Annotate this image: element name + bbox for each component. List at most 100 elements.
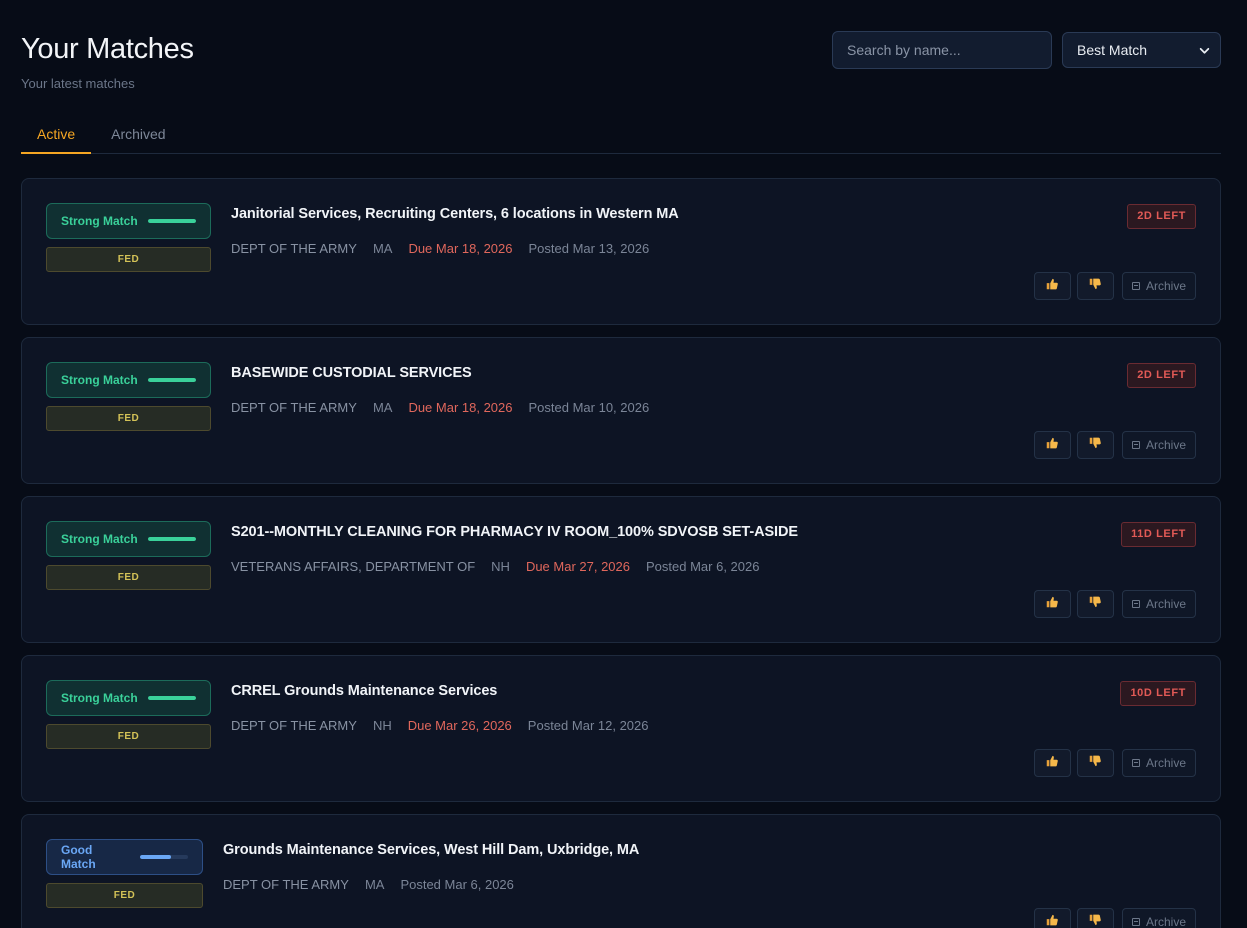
match-card[interactable]: Strong Match FED S201--MONTHLY CLEANING F… [21,496,1221,643]
thumbs-down-button[interactable] [1076,908,1114,928]
agency: DEPT OF THE ARMY [223,877,349,892]
chevron-down-icon [1199,47,1210,54]
match-strength-badge: Strong Match [46,680,211,716]
match-title[interactable]: Grounds Maintenance Services, West Hill … [223,842,639,858]
posted-date: Posted Mar 13, 2026 [528,241,650,256]
match-strength-label: Strong Match [61,214,138,228]
match-card[interactable]: Strong Match FED BASEWIDE CUSTODIAL SERVI… [21,337,1221,484]
days-left-badge: 10D LEFT [1120,681,1196,706]
page-subtitle: Your latest matches [21,76,135,91]
archive-button[interactable]: Archive [1121,590,1196,618]
thumbs-down-icon [1088,436,1102,455]
match-title[interactable]: Janitorial Services, Recruiting Centers,… [231,206,679,222]
match-strength-badge: Good Match [46,839,203,875]
match-strength-fill [147,696,196,700]
match-strength-bar [147,537,196,541]
archive-label: Archive [1145,756,1186,770]
thumbs-down-icon [1088,913,1102,928]
thumbs-up-icon [1045,436,1059,455]
posted-date: Posted Mar 6, 2026 [400,877,514,892]
thumbs-up-button[interactable] [1033,431,1071,459]
tab-archived[interactable]: Archived [95,118,181,154]
card-actions: Archive [1028,431,1196,459]
sort-select-value: Best Match [1077,42,1148,58]
type-badge: FED [46,724,211,749]
match-strength-label: Good Match [61,843,96,871]
card-actions: Archive [1028,749,1196,777]
agency: DEPT OF THE ARMY [231,241,357,256]
thumbs-up-icon [1045,754,1059,773]
archive-button[interactable]: Archive [1121,272,1196,300]
page-header: Your Matches Your latest matches Best Ma… [21,0,1221,118]
thumbs-up-button[interactable] [1033,590,1071,618]
days-left-badge: 2D LEFT [1127,363,1196,388]
search-input[interactable] [832,31,1052,69]
archive-icon [1131,759,1140,767]
archive-icon [1131,918,1140,926]
tab-active[interactable]: Active [21,118,92,154]
due-date: Due Mar 18, 2026 [408,400,513,415]
archive-button[interactable]: Archive [1121,908,1196,928]
thumbs-up-icon [1045,277,1059,296]
match-strength-bar [147,378,196,382]
match-strength-label: Strong Match [61,691,138,705]
due-date: Due Mar 18, 2026 [408,241,513,256]
archive-label: Archive [1145,438,1186,452]
match-strength-fill [147,537,196,541]
state: MA [372,241,393,256]
state: MA [372,400,393,415]
archive-button[interactable]: Archive [1121,431,1196,459]
match-meta: DEPT OF THE ARMY NH Due Mar 26, 2026 Poste… [231,718,665,733]
type-badge: FED [46,406,211,431]
days-left-badge: 2D LEFT [1127,204,1196,229]
tab-bar: Active Archived [21,118,1221,154]
sort-select[interactable]: Best Match [1062,32,1221,68]
thumbs-up-button[interactable] [1033,749,1071,777]
match-title[interactable]: CRREL Grounds Maintenance Services [231,683,497,699]
match-strength-badge: Strong Match [46,203,211,239]
match-strength-label: Strong Match [61,532,138,546]
thumbs-up-button[interactable] [1033,272,1071,300]
thumbs-down-button[interactable] [1076,749,1114,777]
match-strength-badge: Strong Match [46,521,211,557]
thumbs-up-button[interactable] [1033,908,1071,928]
match-strength-bar [140,855,188,859]
match-meta: DEPT OF THE ARMY MA Due Mar 18, 2026 Poste… [231,400,665,415]
due-date: Due Mar 27, 2026 [525,559,631,574]
thumbs-down-button[interactable] [1076,272,1114,300]
match-meta: VETERANS AFFAIRS, DEPARTMENT OF NH Due Ma… [231,559,775,574]
match-strength-badge: Strong Match [46,362,211,398]
match-strength-fill [147,219,196,223]
match-strength-fill [140,855,172,859]
thumbs-down-button[interactable] [1076,431,1114,459]
type-badge: FED [46,883,203,908]
thumbs-down-icon [1088,754,1102,773]
state: NH [372,718,392,733]
agency: DEPT OF THE ARMY [231,400,357,415]
matches-page: Your Matches Your latest matches Best Ma… [0,0,1247,928]
posted-date: Posted Mar 6, 2026 [646,559,760,574]
card-actions: Archive [1028,272,1196,300]
match-meta: DEPT OF THE ARMY MA Due Mar 18, 2026 Poste… [231,241,665,256]
card-actions: Archive [1028,590,1196,618]
agency: DEPT OF THE ARMY [231,718,357,733]
match-card[interactable]: Strong Match FED Janitorial Services, Rec… [21,178,1221,325]
thumbs-down-icon [1088,595,1102,614]
match-title[interactable]: S201--MONTHLY CLEANING FOR PHARMACY IV R… [231,524,798,540]
match-card[interactable]: Strong Match FED CRREL Grounds Maintenanc… [21,655,1221,802]
match-list: Strong Match FED Janitorial Services, Rec… [21,178,1221,928]
due-date: Due Mar 26, 2026 [407,718,512,733]
match-strength-fill [147,378,196,382]
thumbs-down-button[interactable] [1076,590,1114,618]
thumbs-up-icon [1045,595,1059,614]
posted-date: Posted Mar 12, 2026 [527,718,649,733]
page-title: Your Matches [21,33,194,65]
days-left-badge: 11D LEFT [1121,522,1196,547]
archive-button[interactable]: Archive [1121,749,1196,777]
match-strength-label: Strong Match [61,373,138,387]
match-title[interactable]: BASEWIDE CUSTODIAL SERVICES [231,365,472,381]
state: NH [491,559,510,574]
match-card[interactable]: Good Match FED Grounds Maintenance Servic… [21,814,1221,928]
archive-label: Archive [1145,915,1186,928]
type-badge: FED [46,565,211,590]
